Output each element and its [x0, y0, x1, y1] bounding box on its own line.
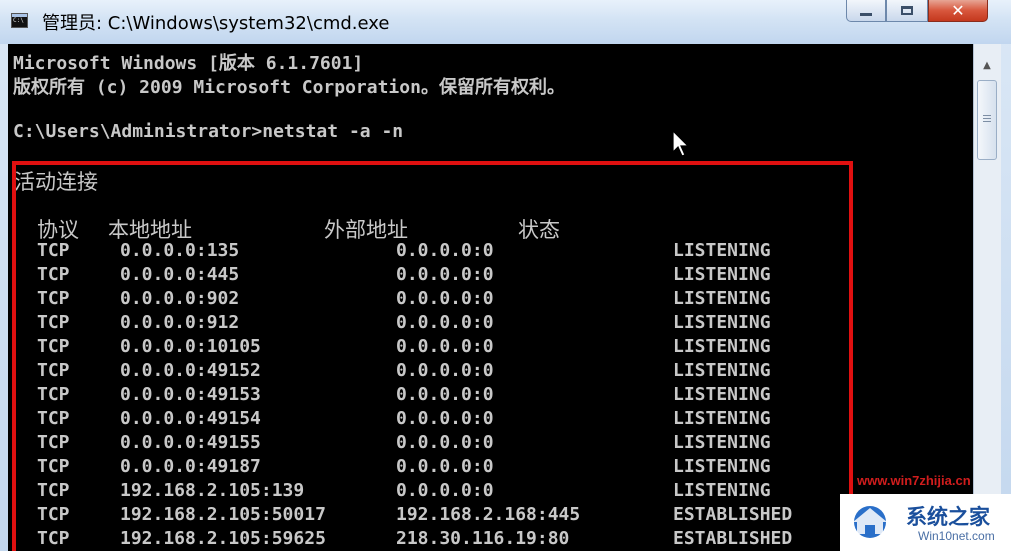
minimize-button[interactable] — [846, 0, 886, 22]
maximize-icon — [887, 0, 927, 21]
minimize-icon — [847, 0, 885, 21]
watermark-url: www.win7zhijia.cn — [857, 473, 971, 488]
version-line: Microsoft Windows [版本 6.1.7601] — [13, 53, 364, 74]
watermark-domain: Win10net.com — [918, 529, 995, 543]
highlight-box — [12, 161, 853, 551]
watermark-name: 系统之家 — [906, 505, 990, 529]
close-button[interactable]: ✕ — [928, 0, 988, 22]
window-title: 管理员: C:\Windows\system32\cmd.exe — [42, 13, 390, 34]
cmd-window: 管理员: C:\Windows\system32\cmd.exe ✕ Micro… — [0, 0, 1011, 551]
mouse-cursor-icon — [672, 130, 690, 157]
console-output[interactable]: Microsoft Windows [版本 6.1.7601] 版权所有 (c)… — [8, 44, 973, 551]
house-logo-icon — [853, 506, 887, 538]
scrollbar-thumb[interactable] — [977, 80, 997, 160]
scroll-up-icon[interactable]: ▲ — [976, 54, 998, 76]
vertical-scrollbar[interactable]: ▲ — [973, 44, 1001, 551]
cmd-app-icon[interactable] — [11, 13, 28, 28]
copyright-line: 版权所有 (c) 2009 Microsoft Corporation。保留所有… — [13, 77, 565, 98]
grip-icon — [983, 115, 991, 116]
command-prompt-line: C:\Users\Administrator>netstat -a -n — [13, 121, 404, 142]
title-bar[interactable]: 管理员: C:\Windows\system32\cmd.exe ✕ — [0, 0, 1011, 44]
maximize-button[interactable] — [886, 0, 928, 22]
window-controls: ✕ — [846, 0, 988, 24]
close-icon: ✕ — [951, 1, 965, 20]
